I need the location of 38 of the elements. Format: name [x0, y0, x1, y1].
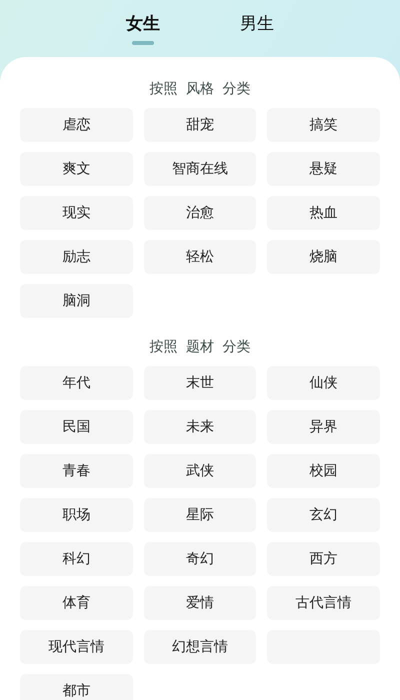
category-chip[interactable]: 武侠: [144, 454, 256, 488]
category-chip[interactable]: 轻松: [144, 240, 256, 274]
category-chip[interactable]: 古代言情: [267, 586, 380, 620]
category-chip[interactable]: 现实: [20, 196, 133, 230]
category-chip[interactable]: 幻想言情: [144, 630, 256, 664]
category-chip[interactable]: 虐恋: [20, 108, 133, 142]
category-chip[interactable]: 职场: [20, 498, 133, 532]
gender-tab[interactable]: 女生: [126, 12, 160, 37]
category-chip[interactable]: 脑洞: [20, 284, 133, 318]
category-chip[interactable]: 科幻: [20, 542, 133, 576]
category-chip[interactable]: 现代言情: [20, 630, 133, 664]
category-chip[interactable]: 热血: [267, 196, 380, 230]
gender-tab[interactable]: 男生: [240, 12, 274, 40]
category-chip[interactable]: 励志: [20, 240, 133, 274]
category-chip[interactable]: 西方: [267, 542, 380, 576]
category-chip[interactable]: 都市: [20, 674, 133, 700]
category-chip[interactable]: 智商在线: [144, 152, 256, 186]
category-chip[interactable]: 年代: [20, 366, 133, 400]
category-chip[interactable]: 体育: [20, 586, 133, 620]
category-chip[interactable]: 悬疑: [267, 152, 380, 186]
category-chip[interactable]: 搞笑: [267, 108, 380, 142]
category-chip[interactable]: 校园: [267, 454, 380, 488]
category-chip[interactable]: 玄幻: [267, 498, 380, 532]
category-chip[interactable]: 星际: [144, 498, 256, 532]
section-title: 按照 风格 分类: [148, 80, 252, 99]
section-title: 按照 题材 分类: [148, 338, 252, 357]
category-chip[interactable]: 仙侠: [267, 366, 380, 400]
category-chip[interactable]: 烧脑: [267, 240, 380, 274]
category-chip[interactable]: 爽文: [20, 152, 133, 186]
category-chip[interactable]: 甜宠: [144, 108, 256, 142]
category-chip[interactable]: 民国: [20, 410, 133, 444]
category-chip[interactable]: 青春: [20, 454, 133, 488]
category-chip[interactable]: 治愈: [144, 196, 256, 230]
category-chip[interactable]: 异界: [267, 410, 380, 444]
category-chip[interactable]: 未来: [144, 410, 256, 444]
category-chip[interactable]: 爱情: [144, 586, 256, 620]
category-chip[interactable]: 奇幻: [144, 542, 256, 576]
category-chip[interactable]: 末世: [144, 366, 256, 400]
